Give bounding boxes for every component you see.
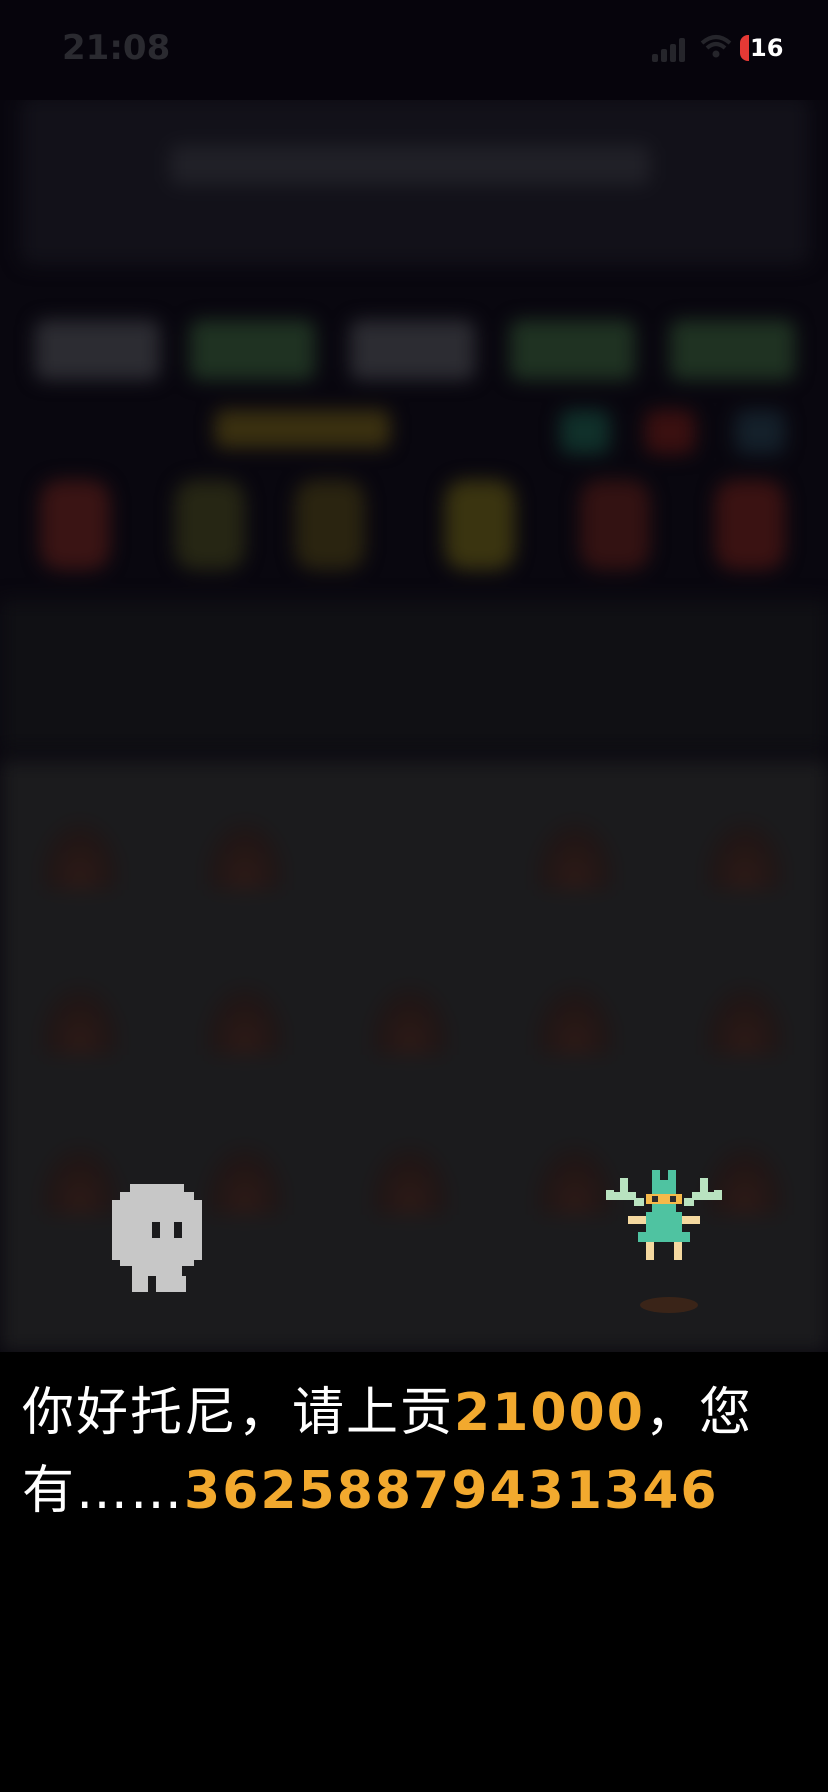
dialog-line1-suffix: ，您 <box>644 1383 753 1443</box>
floor-tile <box>535 820 615 890</box>
wifi-icon <box>700 35 732 58</box>
dialog-text: 你好托尼，请上贡21000，您有……3625887943134​6 <box>22 1374 812 1530</box>
item-slot-1 <box>40 480 110 570</box>
item-slot-6 <box>715 480 785 570</box>
resource-icon-2 <box>645 410 695 454</box>
floor-tile <box>705 985 785 1055</box>
dialog-line1-prefix: 你好托尼，请上贡 <box>22 1383 455 1443</box>
battery-icon: 16 <box>740 33 784 63</box>
status-bar: 21:08 16 <box>0 0 828 100</box>
tribute-amount: 21000 <box>454 1383 645 1443</box>
floor-tile <box>205 985 285 1055</box>
floor-tile <box>40 985 120 1055</box>
green-fairy-character <box>606 1170 722 1262</box>
menu-button-3 <box>350 320 475 380</box>
item-slot-2 <box>175 480 245 570</box>
menu-button-1 <box>35 320 160 380</box>
floor-tile <box>705 820 785 890</box>
menu-button-4 <box>510 320 635 380</box>
item-slot-5 <box>580 480 650 570</box>
ghost-character <box>112 1184 202 1292</box>
floor-tile <box>370 1145 450 1215</box>
floor-tile <box>205 820 285 890</box>
game-scene <box>0 0 828 1352</box>
resource-icon-3 <box>735 410 785 454</box>
floor-tile <box>535 1145 615 1215</box>
dialog-box[interactable]: 你好托尼，请上贡21000，您有……3625887943134​6 <box>0 1352 828 1792</box>
dialog-line2-prefix: 有…… <box>22 1461 185 1521</box>
floor-tile <box>535 985 615 1055</box>
status-time: 21:08 <box>62 28 171 68</box>
menu-button-2 <box>190 320 315 380</box>
menu-button-5 <box>670 320 795 380</box>
blurred-background <box>0 0 828 1352</box>
owned-amount: 3625887943134​6 <box>184 1461 719 1521</box>
floor-tile <box>40 1145 120 1215</box>
floor-tile <box>40 820 120 890</box>
battery-level-indicator <box>740 35 749 61</box>
item-slot-4 <box>445 480 515 570</box>
floor-tile <box>205 1145 285 1215</box>
item-slot-3 <box>295 480 365 570</box>
battery-level-text: 16 <box>750 34 784 62</box>
top-panel-bar <box>170 145 650 185</box>
signal-icon <box>652 36 692 62</box>
floor-tile <box>370 985 450 1055</box>
resource-bar <box>215 410 390 448</box>
character-shadow <box>640 1297 698 1313</box>
scene-divider <box>0 600 828 750</box>
resource-icon-1 <box>560 410 610 454</box>
